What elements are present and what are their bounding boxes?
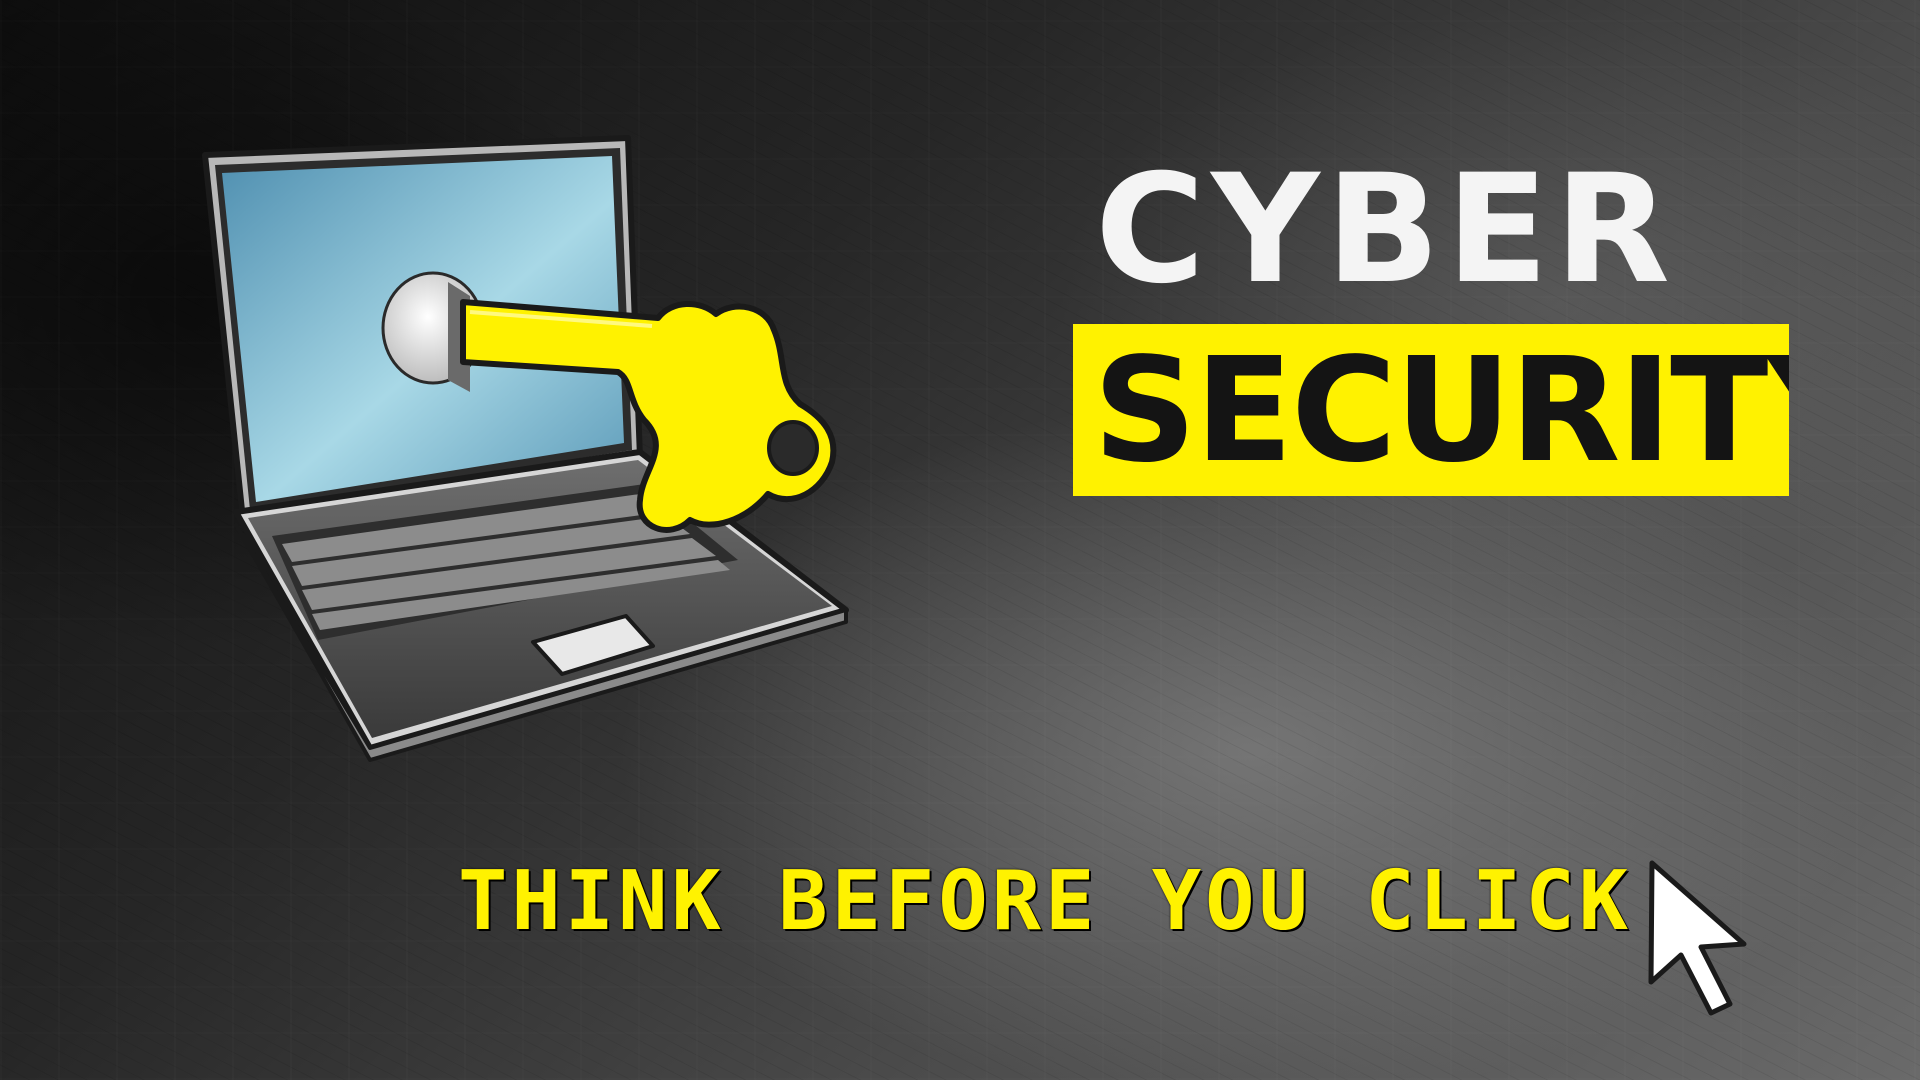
poster-background: CYBER SECURITY THINK BEFORE YOU CLICK [0, 0, 1920, 1080]
title-cyber: CYBER [1095, 143, 1677, 317]
security-banner: SECURITY [1073, 324, 1789, 496]
title-security: SECURITY [1093, 326, 1789, 494]
mouse-pointer-icon [1648, 860, 1747, 1016]
tagline: THINK BEFORE YOU CLICK [458, 854, 1633, 949]
